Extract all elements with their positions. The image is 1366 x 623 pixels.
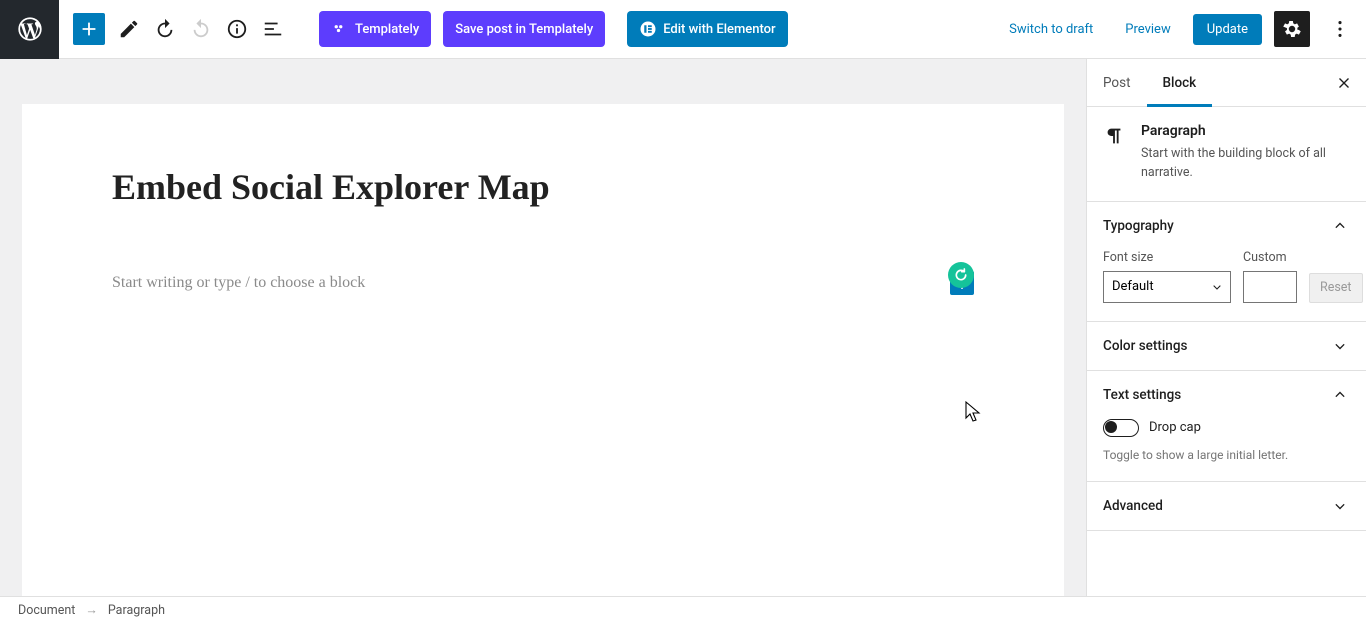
undo-button[interactable] <box>147 11 183 47</box>
settings-button[interactable] <box>1274 11 1310 47</box>
chevron-down-icon <box>1330 496 1350 516</box>
panel-advanced: Advanced <box>1087 482 1366 531</box>
editor-toolbar: Templately Save post in Templately Edit … <box>0 0 1366 59</box>
settings-sidebar: Post Block Paragraph Start with the buil… <box>1086 59 1366 596</box>
close-sidebar-button[interactable] <box>1322 74 1366 92</box>
toolbar-right: Switch to draft Preview Update <box>999 11 1366 47</box>
outline-button[interactable] <box>255 11 291 47</box>
panel-typography-label: Typography <box>1103 218 1174 234</box>
custom-font-size-input[interactable] <box>1243 271 1297 303</box>
dropcap-label: Drop cap <box>1149 420 1201 435</box>
breadcrumb-root[interactable]: Document <box>18 603 75 618</box>
chevron-up-icon <box>1330 385 1350 405</box>
dropcap-help: Toggle to show a large initial letter. <box>1103 447 1350 464</box>
tab-block[interactable]: Block <box>1147 59 1213 106</box>
toolbar-plugins: Templately Save post in Templately Edit … <box>311 11 796 47</box>
font-size-label: Font size <box>1103 250 1231 265</box>
update-button[interactable]: Update <box>1193 14 1262 45</box>
post-title[interactable]: Embed Social Explorer Map <box>112 164 974 211</box>
panel-typography-toggle[interactable]: Typography <box>1087 202 1366 250</box>
reset-font-button[interactable]: Reset <box>1309 273 1363 303</box>
preview-button[interactable]: Preview <box>1115 16 1180 43</box>
switch-draft-button[interactable]: Switch to draft <box>999 16 1103 43</box>
redo-button[interactable] <box>183 11 219 47</box>
edit-mode-button[interactable] <box>111 11 147 47</box>
more-options-button[interactable] <box>1322 11 1358 47</box>
breadcrumb: Document → Paragraph <box>0 596 1366 623</box>
elementor-label: Edit with Elementor <box>663 22 775 37</box>
paragraph-icon <box>1103 125 1127 183</box>
breadcrumb-sep-icon: → <box>85 603 98 618</box>
toolbar-tools <box>59 11 299 47</box>
block-title: Paragraph <box>1141 123 1350 139</box>
cursor-icon <box>964 400 984 424</box>
breadcrumb-leaf[interactable]: Paragraph <box>108 603 165 618</box>
tab-post[interactable]: Post <box>1087 59 1147 106</box>
panel-text-label: Text settings <box>1103 387 1181 403</box>
chevron-up-icon <box>1330 216 1350 236</box>
font-size-select[interactable]: Default <box>1103 271 1231 303</box>
panel-text: Text settings Drop cap Toggle to show a … <box>1087 371 1366 483</box>
paragraph-placeholder[interactable]: Start writing or type / to choose a bloc… <box>112 274 950 292</box>
panel-advanced-toggle[interactable]: Advanced <box>1087 482 1366 530</box>
panel-color-toggle[interactable]: Color settings <box>1087 322 1366 370</box>
save-templately-label: Save post in Templately <box>455 22 593 37</box>
templately-button[interactable]: Templately <box>319 11 431 47</box>
editor-canvas-wrap: Embed Social Explorer Map Start writing … <box>0 59 1086 596</box>
info-button[interactable] <box>219 11 255 47</box>
panel-color-label: Color settings <box>1103 338 1187 354</box>
chevron-down-icon <box>1330 336 1350 356</box>
templately-label: Templately <box>355 22 419 37</box>
custom-label: Custom <box>1243 250 1297 265</box>
save-templately-button[interactable]: Save post in Templately <box>443 11 605 47</box>
sidebar-tabs: Post Block <box>1087 59 1366 107</box>
panel-advanced-label: Advanced <box>1103 498 1163 514</box>
panel-text-toggle[interactable]: Text settings <box>1087 371 1366 419</box>
add-block-button[interactable] <box>73 13 105 45</box>
block-info: Paragraph Start with the building block … <box>1087 107 1366 202</box>
edit-elementor-button[interactable]: Edit with Elementor <box>627 11 787 47</box>
panel-color: Color settings <box>1087 322 1366 371</box>
block-desc: Start with the building block of all nar… <box>1141 145 1350 183</box>
wordpress-logo[interactable] <box>0 0 59 59</box>
grammarly-icon[interactable] <box>948 262 974 288</box>
panel-typography: Typography Font size Default <box>1087 202 1366 322</box>
editor-canvas[interactable]: Embed Social Explorer Map Start writing … <box>22 104 1064 596</box>
dropcap-toggle[interactable] <box>1103 419 1139 437</box>
